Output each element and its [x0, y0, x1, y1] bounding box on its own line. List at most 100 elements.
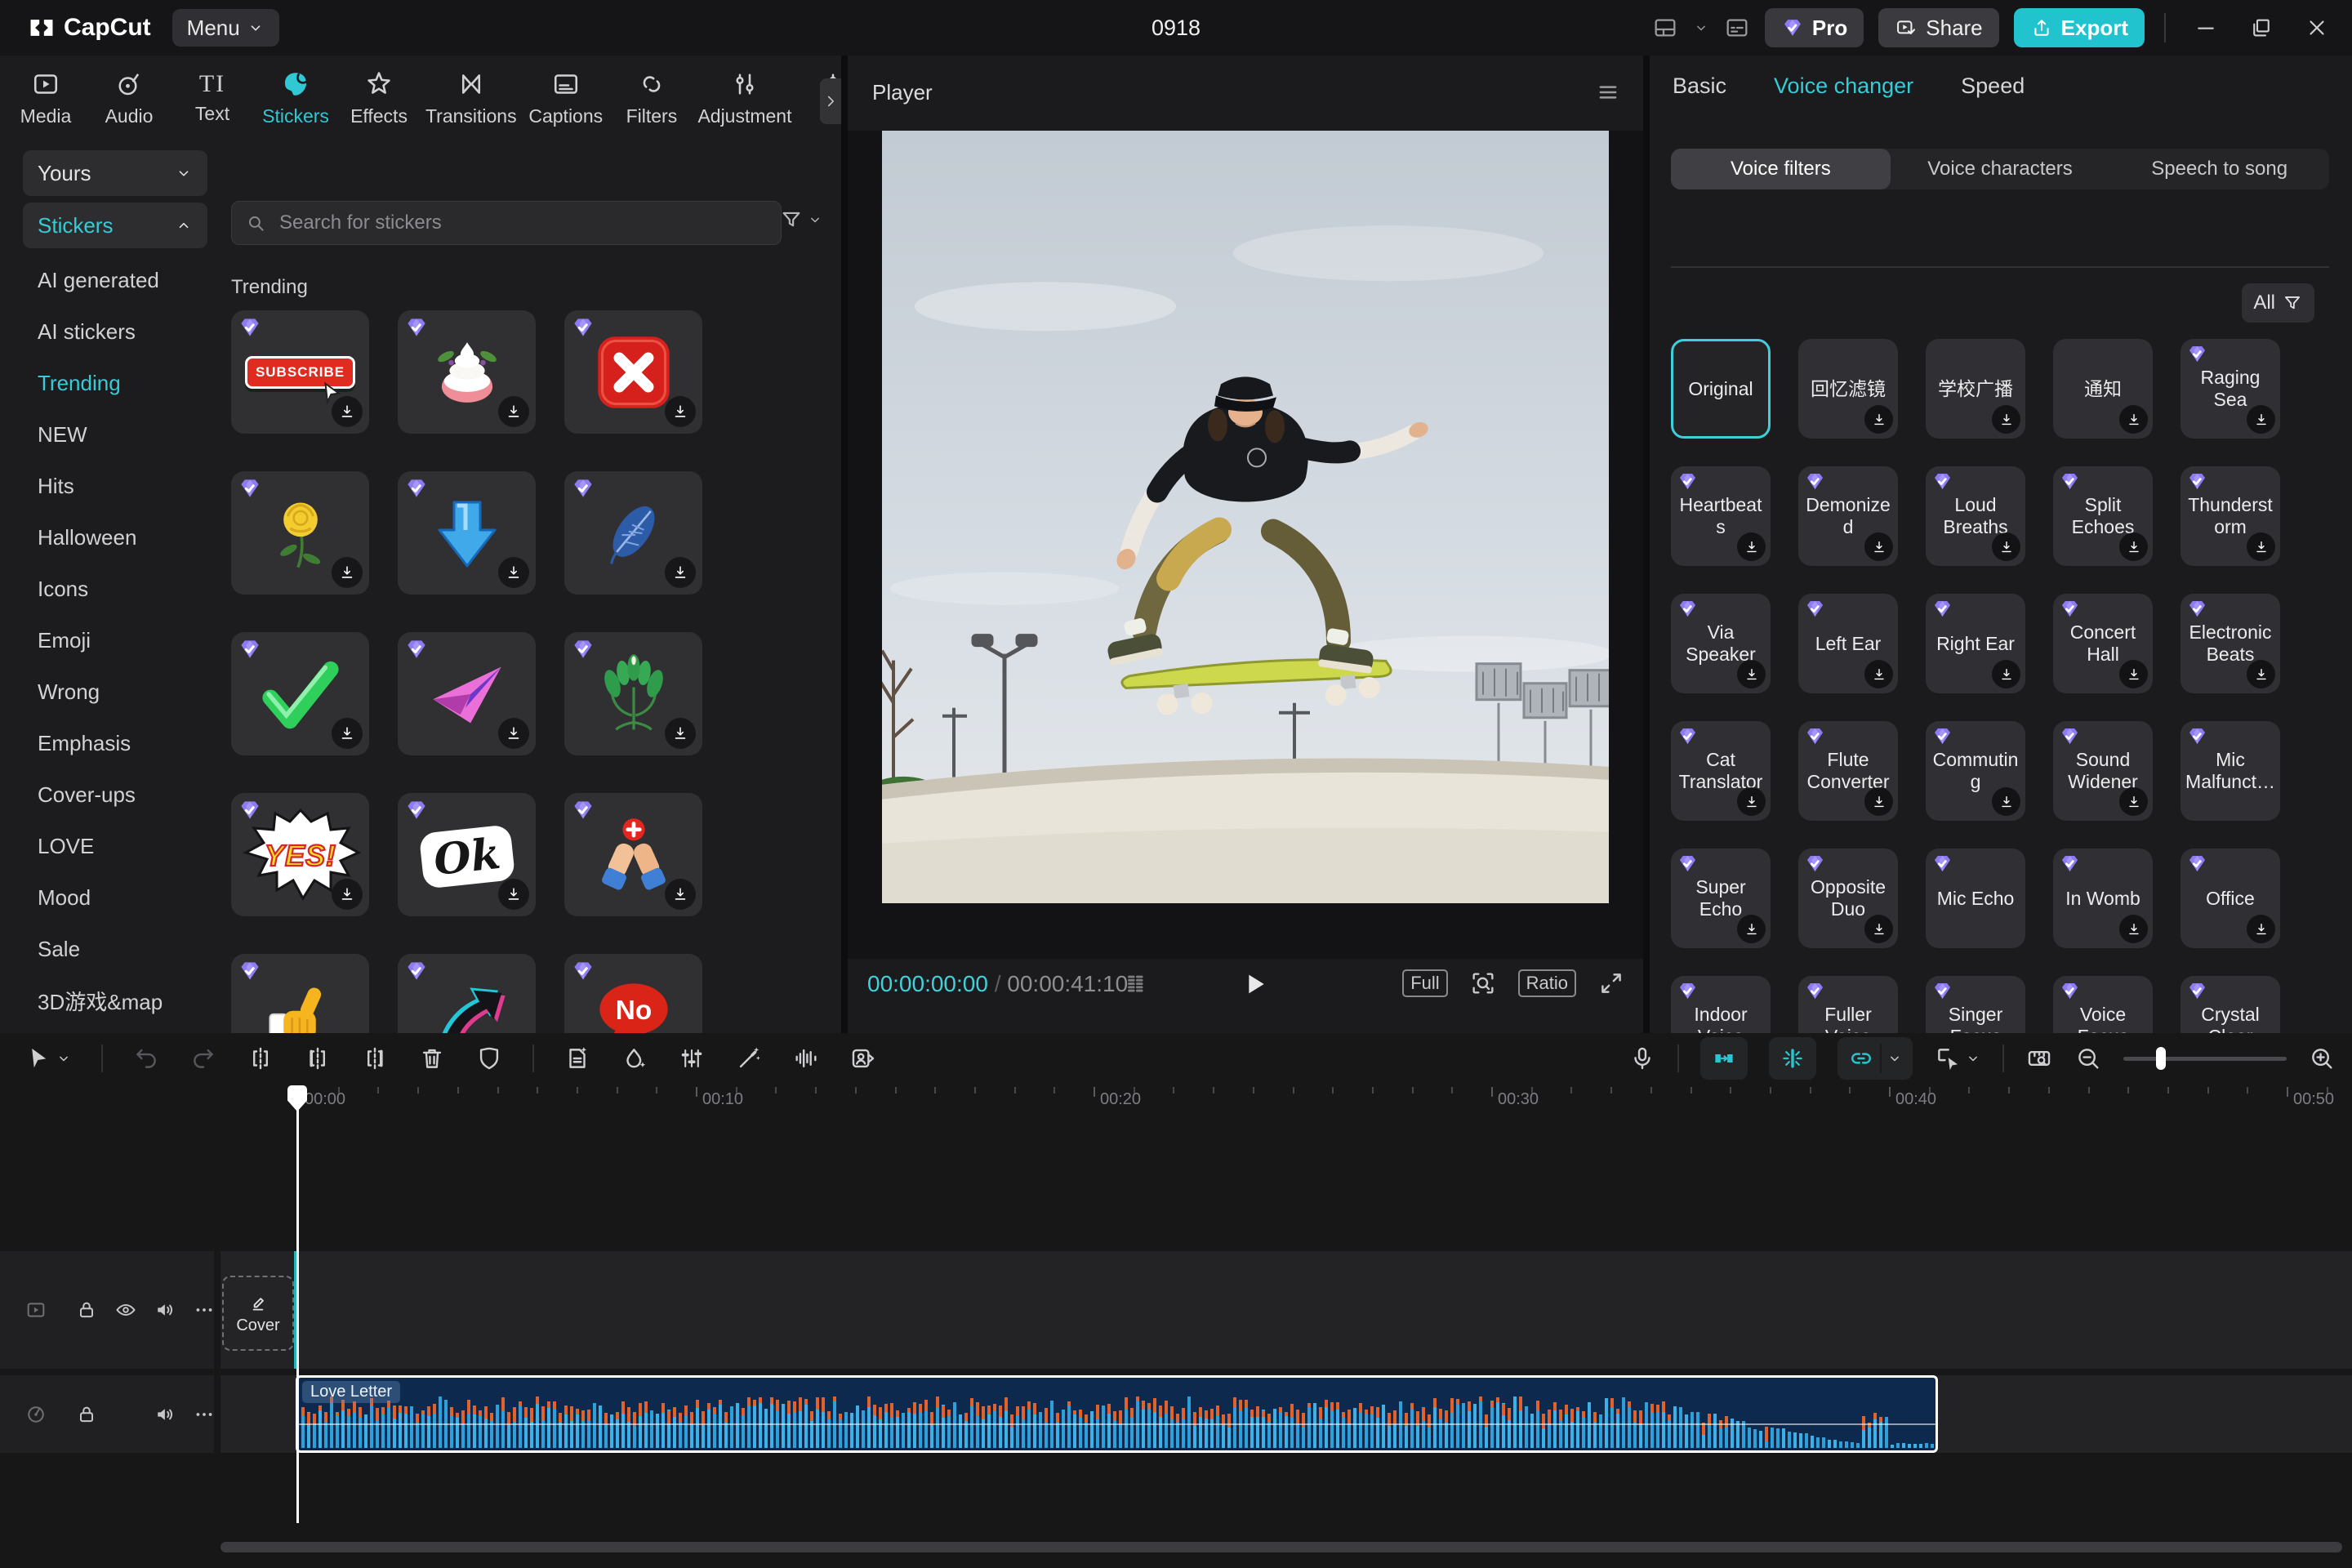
- timeline-ruler[interactable]: 00:0000:1000:2000:3000:4000:50: [0, 1085, 2352, 1115]
- delete-left-button[interactable]: [304, 1045, 332, 1072]
- color-correction-button[interactable]: [621, 1045, 648, 1072]
- voice-filter-left-ear[interactable]: Left Ear: [1798, 594, 1898, 693]
- download-icon[interactable]: [498, 718, 529, 749]
- voice-filter-mic-echo[interactable]: Mic Echo: [1926, 849, 2025, 948]
- download-icon[interactable]: [498, 396, 529, 427]
- download-icon[interactable]: [1737, 660, 1766, 688]
- adjust-clip-button[interactable]: [678, 1045, 706, 1072]
- chevron-down-icon[interactable]: [1693, 20, 1709, 36]
- more-icon[interactable]: [193, 1403, 216, 1426]
- segment-speech-to-song[interactable]: Speech to song: [2109, 149, 2329, 189]
- voice-filter-heartbeats[interactable]: Heartbeats: [1671, 466, 1771, 566]
- blue-leaf-sticker[interactable]: [564, 471, 702, 595]
- sidebar-item-yours[interactable]: Yours: [23, 150, 207, 196]
- video-preview[interactable]: [848, 131, 1643, 959]
- export-button[interactable]: Export: [2014, 8, 2145, 47]
- thumbs-up-sticker[interactable]: [231, 954, 369, 1033]
- sidebar-item-love[interactable]: LOVE: [18, 821, 212, 872]
- voice-filter-cat-translator[interactable]: Cat Translator: [1671, 721, 1771, 821]
- download-icon[interactable]: [665, 718, 696, 749]
- eye-icon[interactable]: [114, 1298, 137, 1321]
- delete-right-button[interactable]: [361, 1045, 389, 1072]
- download-icon[interactable]: [1992, 660, 2020, 688]
- chevron-down-icon[interactable]: [1965, 1050, 1981, 1067]
- yes-burst-sticker[interactable]: YES!: [231, 793, 369, 916]
- download-icon[interactable]: [498, 879, 529, 910]
- voice-filter-crystal-clear[interactable]: Crystal Clear: [2180, 976, 2280, 1033]
- volume-line[interactable]: [298, 1423, 1936, 1425]
- tab-voice-changer[interactable]: Voice changer: [1774, 74, 1913, 99]
- download-icon[interactable]: [1992, 405, 2020, 434]
- videotrack-icon[interactable]: [24, 1298, 47, 1321]
- sidebar-item-emphasis[interactable]: Emphasis: [18, 718, 212, 769]
- frame-view-icon[interactable]: [1122, 971, 1150, 999]
- download-icon[interactable]: [2247, 915, 2275, 943]
- voice-filter-学校广播[interactable]: 学校广播: [1926, 339, 2025, 439]
- voice-filter-super-echo[interactable]: Super Echo: [1671, 849, 1771, 948]
- voice-filter-raging-sea[interactable]: Raging Sea: [2180, 339, 2280, 439]
- tab-text[interactable]: TIText: [188, 72, 237, 125]
- tab-speed[interactable]: Speed: [1961, 74, 2025, 99]
- voice-filter-right-ear[interactable]: Right Ear: [1926, 594, 2025, 693]
- sidebar-item-trending[interactable]: Trending: [18, 358, 212, 409]
- download-icon[interactable]: [332, 718, 363, 749]
- download-icon[interactable]: [2119, 660, 2148, 688]
- tabs-overflow-button[interactable]: [820, 78, 841, 124]
- tab-media[interactable]: Media: [21, 69, 70, 127]
- fullscreen-icon[interactable]: [1597, 969, 1625, 997]
- download-icon[interactable]: [2119, 532, 2148, 561]
- tab-basic[interactable]: Basic: [1673, 74, 1726, 99]
- voice-filter-original[interactable]: Original: [1671, 339, 1771, 439]
- blue-down-arrow-sticker[interactable]: [398, 471, 536, 595]
- filter-all-button[interactable]: All: [2242, 283, 2314, 323]
- download-icon[interactable]: [332, 879, 363, 910]
- player-menu-icon[interactable]: [1594, 78, 1622, 106]
- subscribe-button-sticker[interactable]: SUBSCRIBE: [231, 310, 369, 434]
- voice-filter-通知[interactable]: 通知: [2053, 339, 2153, 439]
- download-icon[interactable]: [332, 396, 363, 427]
- download-icon[interactable]: [1737, 532, 1766, 561]
- ratio-button[interactable]: Ratio: [1518, 969, 1576, 997]
- video-track-lane[interactable]: [220, 1251, 2352, 1369]
- voice-filter-opposite-duo[interactable]: Opposite Duo: [1798, 849, 1898, 948]
- voice-filter-indoor-voice[interactable]: Indoor Voice: [1671, 976, 1771, 1033]
- minimize-icon[interactable]: [2185, 16, 2226, 40]
- menu-button[interactable]: Menu: [172, 9, 279, 47]
- sidebar-item-wrong[interactable]: Wrong: [18, 666, 212, 718]
- green-plant-sticker[interactable]: [564, 632, 702, 755]
- download-icon[interactable]: [1737, 787, 1766, 816]
- download-icon[interactable]: [1737, 915, 1766, 943]
- search-input[interactable]: [278, 211, 768, 235]
- voice-filter-concert-hall[interactable]: Concert Hall: [2053, 594, 2153, 693]
- voice-filter-singer-focus[interactable]: Singer Focus: [1926, 976, 2025, 1033]
- more-icon[interactable]: [193, 1298, 216, 1321]
- voice-filter-flute-converter[interactable]: Flute Converter: [1798, 721, 1898, 821]
- sidebar-item-emoji[interactable]: Emoji: [18, 615, 212, 666]
- maximize-icon[interactable]: [2241, 16, 2282, 40]
- timeline-zoom-slider[interactable]: [2123, 1037, 2287, 1080]
- voice-filter-demonized[interactable]: Demonized: [1798, 466, 1898, 566]
- voice-filter-office[interactable]: Office: [2180, 849, 2280, 948]
- full-button[interactable]: Full: [1402, 969, 1447, 997]
- timeline-zoom-out-button[interactable]: [2074, 1045, 2102, 1072]
- voice-filter-thunderstorm[interactable]: Thunderstorm: [2180, 466, 2280, 566]
- tab-stickers[interactable]: Stickers: [271, 69, 320, 127]
- ok-script-sticker[interactable]: Ok: [398, 793, 536, 916]
- segment-voice-filters[interactable]: Voice filters: [1671, 149, 1891, 189]
- voice-filter-electronic-beats[interactable]: Electronic Beats: [2180, 594, 2280, 693]
- sidebar-item-halloween[interactable]: Halloween: [18, 512, 212, 564]
- up-right-arrow-sticker[interactable]: [398, 954, 536, 1033]
- yellow-rose-sticker[interactable]: [231, 471, 369, 595]
- voice-filter-sound-widener[interactable]: Sound Widener: [2053, 721, 2153, 821]
- lock-icon[interactable]: [75, 1403, 98, 1426]
- sidebar-item-hits[interactable]: Hits: [18, 461, 212, 512]
- voice-filter-via-speaker[interactable]: Via Speaker: [1671, 594, 1771, 693]
- sidebar-item-3d-map[interactable]: 3D游戏&map: [18, 975, 212, 1027]
- chevron-down-icon[interactable]: [1880, 1044, 1903, 1073]
- download-icon[interactable]: [1864, 915, 1893, 943]
- split-button[interactable]: [247, 1045, 274, 1072]
- volume-icon[interactable]: [154, 1298, 176, 1321]
- zoom-fit-icon[interactable]: [1469, 969, 1497, 997]
- timeline-zoom-in-button[interactable]: [2308, 1045, 2336, 1072]
- download-icon[interactable]: [1864, 532, 1893, 561]
